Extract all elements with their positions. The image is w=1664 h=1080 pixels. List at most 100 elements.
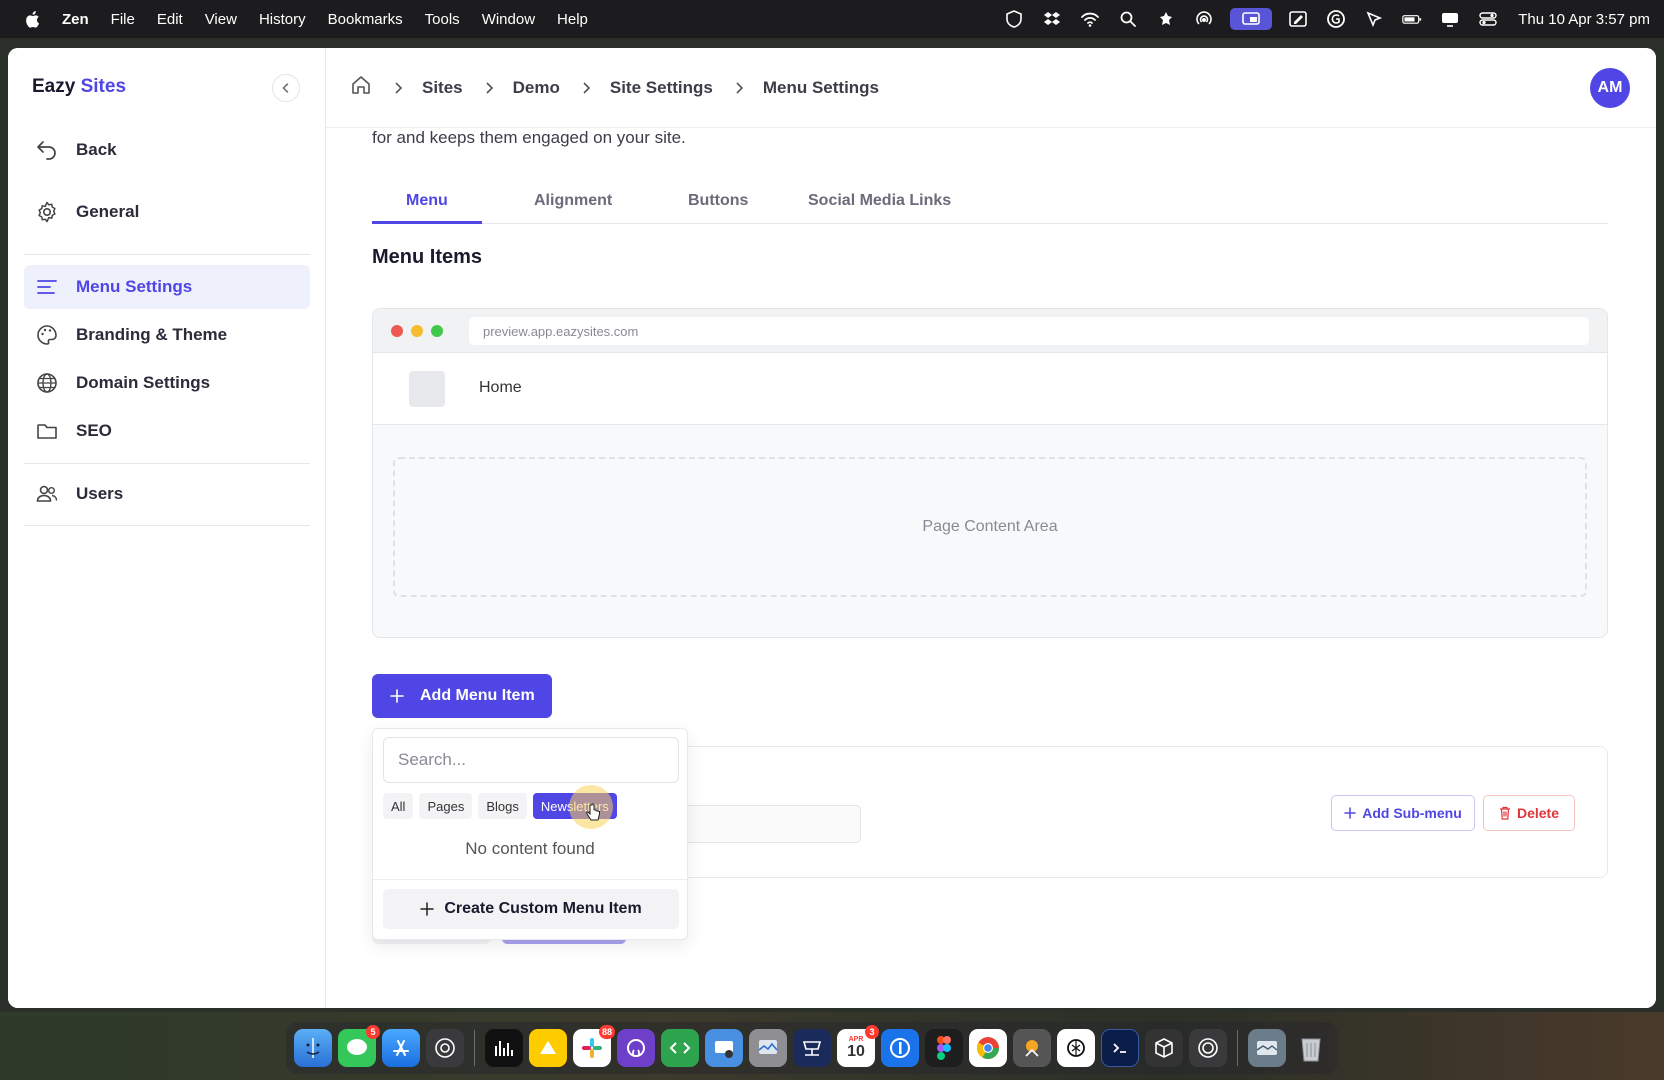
preview-app-icon[interactable] xyxy=(749,1029,787,1067)
menubar-app-name[interactable]: Zen xyxy=(62,11,89,28)
finder-icon[interactable] xyxy=(294,1029,332,1067)
breadcrumb-demo[interactable]: Demo xyxy=(513,78,560,98)
chevron-right-icon xyxy=(394,81,404,95)
top-header: Sites Demo Site Settings Menu Settings A… xyxy=(326,48,1656,128)
edit-screenshot-icon[interactable] xyxy=(1286,8,1310,30)
logo-accent-text: Sites xyxy=(80,76,127,97)
messages-badge: 5 xyxy=(366,1025,380,1039)
grammarly-icon[interactable] xyxy=(1324,8,1348,30)
pointer-tool-icon[interactable] xyxy=(1362,8,1386,30)
filter-all[interactable]: All xyxy=(383,793,414,819)
wifi-icon[interactable] xyxy=(1078,8,1102,30)
sidebar-item-back[interactable]: Back xyxy=(24,128,310,172)
delete-button[interactable]: Delete xyxy=(1483,795,1575,831)
sidebar-item-label: General xyxy=(76,202,140,221)
create-custom-menu-item-label: Create Custom Menu Item xyxy=(444,900,642,917)
trash-dock-icon[interactable] xyxy=(1292,1029,1330,1067)
sidebar-item-users[interactable]: Users xyxy=(24,472,310,516)
keynote-icon[interactable] xyxy=(793,1029,831,1067)
active-tab-indicator xyxy=(372,221,482,224)
shield-status-icon[interactable] xyxy=(1002,8,1026,30)
terminal-icon[interactable] xyxy=(1101,1029,1139,1067)
page-description: for and keeps them engaged on your site. xyxy=(372,128,686,147)
sidebar-item-seo[interactable]: SEO xyxy=(24,409,310,453)
dock-separator xyxy=(1237,1030,1238,1066)
menubar-clock[interactable]: Thu 10 Apr 3:57 pm xyxy=(1518,11,1650,28)
plus-icon xyxy=(390,689,404,703)
globe-icon xyxy=(34,370,60,396)
chrome-icon[interactable] xyxy=(969,1029,1007,1067)
github-icon[interactable] xyxy=(617,1029,655,1067)
automator-icon[interactable] xyxy=(1013,1029,1051,1067)
collapse-sidebar-button[interactable] xyxy=(272,74,300,102)
notes-app-icon[interactable] xyxy=(529,1029,567,1067)
1password-icon[interactable] xyxy=(881,1029,919,1067)
app-logo[interactable]: Eazy Sites xyxy=(32,76,126,98)
breadcrumb: Sites Demo Site Settings Menu Settings xyxy=(350,74,879,101)
sidebar-item-menu-settings[interactable]: Menu Settings xyxy=(24,265,310,309)
filter-newsletters[interactable]: Newsletters xyxy=(532,793,617,819)
app-window: Eazy Sites Back General Menu Settings Br… xyxy=(8,48,1656,1008)
empty-state-text: No content found xyxy=(465,839,595,858)
screen-recorder-icon[interactable] xyxy=(705,1029,743,1067)
sidebar-item-branding-theme[interactable]: Branding & Theme xyxy=(24,313,310,357)
create-custom-menu-item-button[interactable]: Create Custom Menu Item xyxy=(383,889,679,929)
arc-icon[interactable] xyxy=(1189,1029,1227,1067)
add-submenu-button[interactable]: Add Sub-menu xyxy=(1331,795,1475,831)
sidebar-item-label: Branding & Theme xyxy=(76,325,228,344)
messages-icon[interactable]: 5 xyxy=(338,1025,380,1067)
figma-icon[interactable] xyxy=(925,1029,963,1067)
tab-social-media-links[interactable]: Social Media Links xyxy=(808,192,951,210)
link-input[interactable]: / xyxy=(659,805,861,843)
downloads-folder-icon[interactable] xyxy=(1248,1029,1286,1067)
battery-icon[interactable] xyxy=(1400,8,1424,30)
tab-menu[interactable]: Menu xyxy=(406,192,448,210)
chevron-right-icon xyxy=(485,81,495,95)
audio-meter-icon[interactable] xyxy=(485,1029,523,1067)
sidebar-item-general[interactable]: General xyxy=(24,190,310,234)
menubar-file[interactable]: File xyxy=(111,11,135,28)
code-editor-icon[interactable] xyxy=(661,1029,699,1067)
filter-blogs[interactable]: Blogs xyxy=(478,793,527,819)
airdrop-icon[interactable] xyxy=(1192,8,1216,30)
home-icon[interactable] xyxy=(350,74,372,101)
slack-icon[interactable]: 88 xyxy=(573,1025,615,1067)
menubar-help[interactable]: Help xyxy=(557,11,588,28)
menubar-edit[interactable]: Edit xyxy=(157,11,183,28)
content-type-filters: All Pages Blogs Newsletters xyxy=(383,793,617,819)
menubar-tools[interactable]: Tools xyxy=(425,11,460,28)
breadcrumb-site-settings[interactable]: Site Settings xyxy=(610,78,713,98)
dropbox-icon[interactable] xyxy=(1040,8,1064,30)
menubar-history[interactable]: History xyxy=(259,11,306,28)
display-icon[interactable] xyxy=(1438,8,1462,30)
calendar-day: 10 xyxy=(847,1042,865,1060)
menubar-view[interactable]: View xyxy=(205,11,237,28)
preview-nav-item: Home xyxy=(479,379,522,396)
focus-icon[interactable] xyxy=(1154,8,1178,30)
screen-share-icon[interactable] xyxy=(1230,8,1273,30)
menu-preview: preview.app.eazysites.com Home Page Cont… xyxy=(372,308,1608,638)
back-arrow-icon xyxy=(34,137,60,163)
perplexity-icon[interactable] xyxy=(426,1029,464,1067)
sidebar-item-domain-settings[interactable]: Domain Settings xyxy=(24,361,310,405)
calendar-icon[interactable]: APR 10 3 xyxy=(837,1025,879,1067)
content-search-input[interactable] xyxy=(383,737,679,783)
apple-menu-icon[interactable] xyxy=(22,9,42,29)
tab-alignment[interactable]: Alignment xyxy=(534,192,612,210)
app-store-icon[interactable] xyxy=(382,1029,420,1067)
chatgpt-icon[interactable] xyxy=(1057,1029,1095,1067)
preview-navbar: Home xyxy=(373,353,1607,425)
breadcrumb-sites[interactable]: Sites xyxy=(422,78,463,98)
preview-content-area: Page Content Area xyxy=(393,457,1587,597)
spotlight-search-icon[interactable] xyxy=(1116,8,1140,30)
menubar-window[interactable]: Window xyxy=(482,11,535,28)
control-center-icon[interactable] xyxy=(1476,8,1500,30)
breadcrumb-menu-settings: Menu Settings xyxy=(762,77,880,97)
filter-pages[interactable]: Pages xyxy=(419,793,473,819)
menubar-bookmarks[interactable]: Bookmarks xyxy=(328,11,403,28)
add-menu-item-button[interactable]: Add Menu Item xyxy=(372,674,552,718)
user-avatar[interactable]: AM xyxy=(1590,68,1630,108)
cube-app-icon[interactable] xyxy=(1145,1029,1183,1067)
menu-item-picker-dropdown: All Pages Blogs Newsletters No content f… xyxy=(372,728,688,940)
tab-buttons[interactable]: Buttons xyxy=(688,192,748,210)
